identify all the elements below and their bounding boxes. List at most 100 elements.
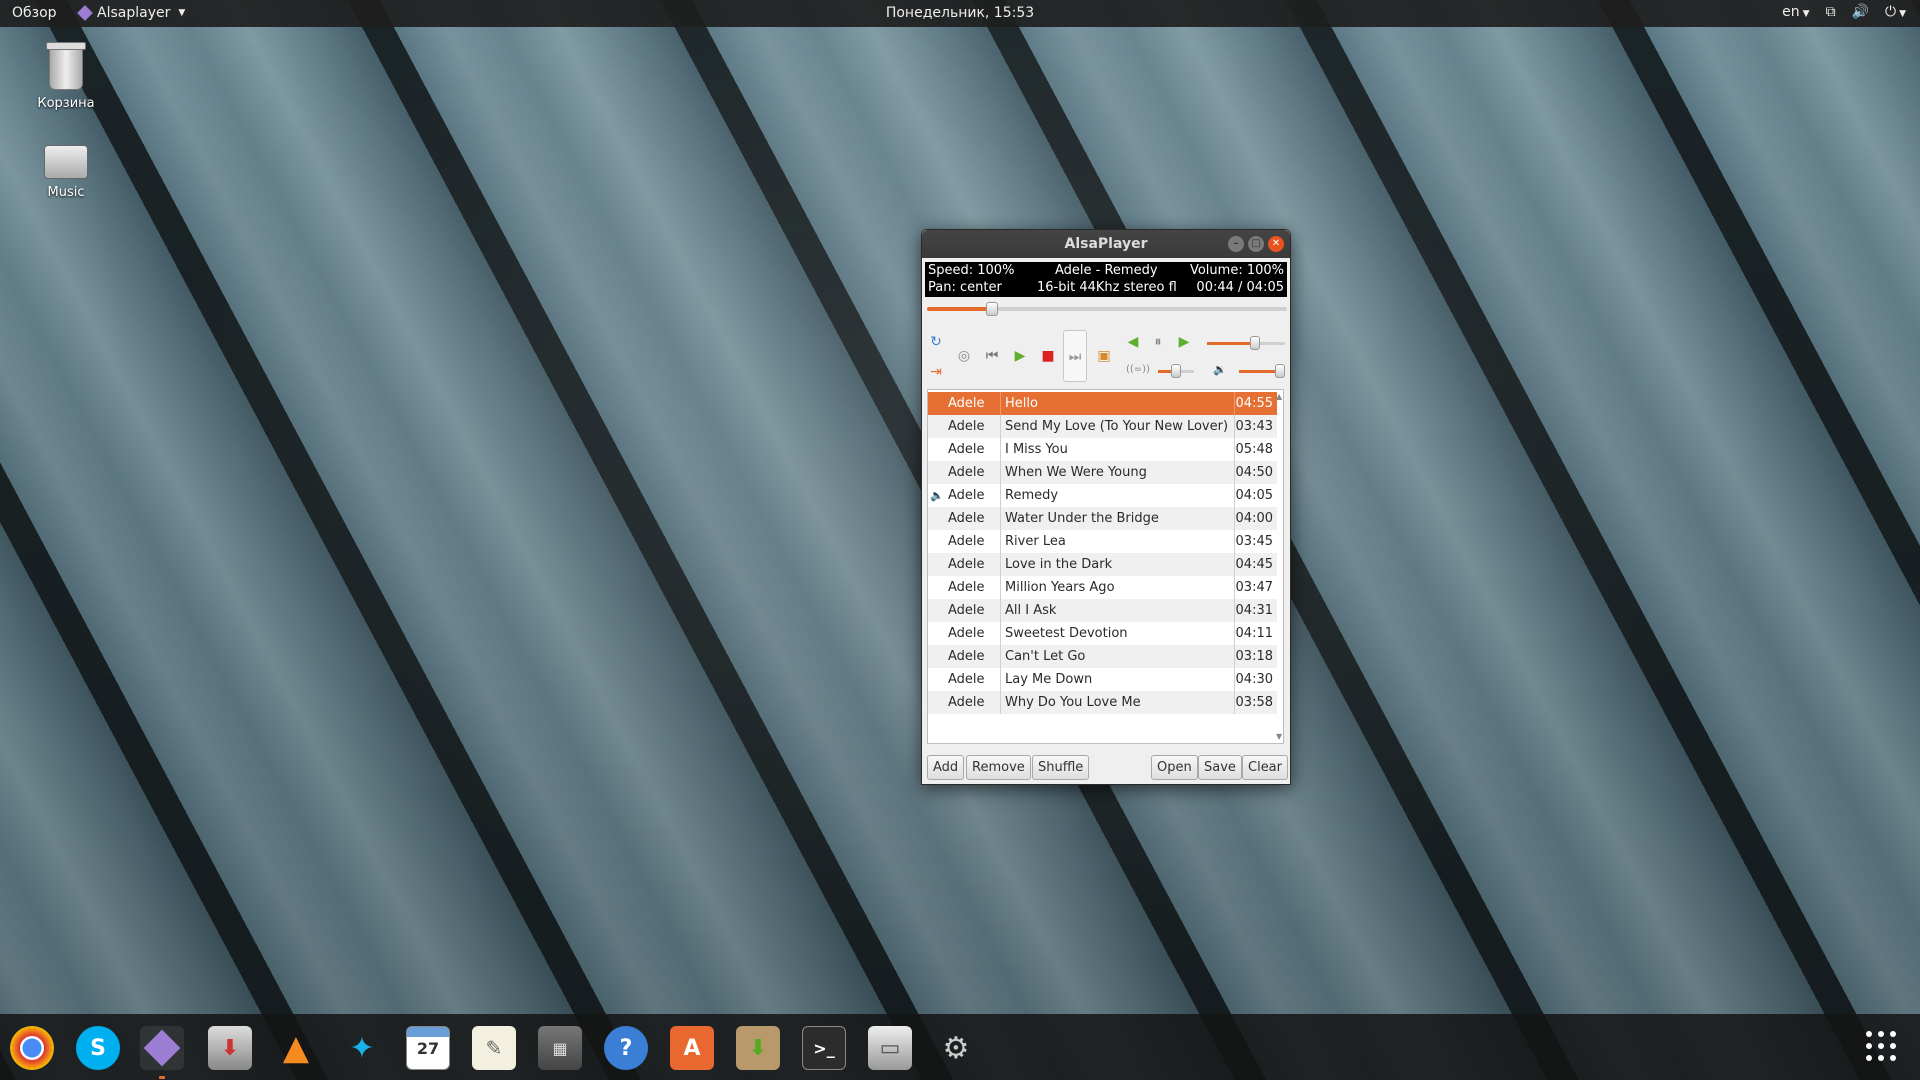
remove-button[interactable]: Remove: [966, 755, 1031, 780]
track-duration: 03:45: [1234, 530, 1276, 553]
next-icon[interactable]: ⏭: [1063, 330, 1087, 382]
loop-icon[interactable]: ↻: [928, 334, 944, 350]
seek-handle[interactable]: [985, 302, 998, 316]
pause-icon[interactable]: ⏸: [1150, 334, 1166, 350]
title-bar[interactable]: AlsaPlayer – □ ✕: [922, 230, 1290, 258]
play-icon[interactable]: ▶: [1012, 348, 1028, 364]
playlist-row[interactable]: Adele Water Under the Bridge 04:00: [928, 507, 1277, 530]
file-manager-icon[interactable]: ▭: [868, 1026, 912, 1070]
seek-fill: [927, 307, 992, 311]
vlc-icon[interactable]: ▲: [274, 1026, 318, 1070]
track-artist: Adele: [948, 603, 985, 618]
track-title: Hello: [1000, 392, 1242, 415]
previous-icon[interactable]: ⏮: [984, 348, 1000, 364]
chevron-down-icon: ▼: [1802, 9, 1810, 19]
volume-icon[interactable]: 🔊: [1852, 4, 1869, 20]
track-title: Sweetest Devotion: [1000, 622, 1242, 645]
text-editor-icon[interactable]: ✎: [472, 1026, 516, 1070]
network-icon[interactable]: ⧉: [1826, 4, 1836, 20]
track-title: Can't Let Go: [1000, 645, 1242, 668]
desktop-icon-music[interactable]: Music: [14, 145, 118, 200]
installer-icon[interactable]: ⬇: [208, 1026, 252, 1070]
playlist-row[interactable]: Adele Can't Let Go 03:18: [928, 645, 1277, 668]
track-duration: 03:58: [1234, 691, 1276, 714]
forward-icon[interactable]: ▶: [1176, 334, 1192, 350]
playlist[interactable]: Adele Hello 04:55 Adele Send My Love (To You…: [927, 389, 1284, 744]
desktop-icon-label: Music: [47, 185, 85, 200]
pan-label: Pan: center: [928, 280, 1002, 295]
close-button[interactable]: ✕: [1268, 236, 1284, 252]
stop-icon[interactable]: ■: [1040, 348, 1056, 364]
power-icon[interactable]: ⏻ ▼: [1885, 4, 1906, 20]
chrome-icon[interactable]: [10, 1026, 54, 1070]
help-icon[interactable]: ?: [604, 1026, 648, 1070]
keyboard-layout[interactable]: en ▼: [1782, 4, 1809, 20]
alsaplayer-icon[interactable]: [140, 1026, 184, 1079]
speed-handle[interactable]: [1250, 336, 1260, 350]
scroll-down-icon[interactable]: ▼: [1276, 732, 1282, 741]
add-button[interactable]: Add: [927, 755, 965, 780]
repeat-one-icon[interactable]: ⇥: [928, 364, 944, 380]
info-display: Speed: 100% Adele - Remedy Volume: 100% …: [925, 262, 1287, 297]
speed-label: Speed: 100%: [928, 263, 1015, 278]
playlist-row[interactable]: Adele Million Years Ago 03:47: [928, 576, 1277, 599]
track-label: Adele - Remedy: [1055, 263, 1158, 278]
volume-fill: [1239, 370, 1279, 373]
track-title: Million Years Ago: [1000, 576, 1242, 599]
settings-icon[interactable]: ⚙: [934, 1026, 978, 1070]
track-artist: Adele: [948, 396, 985, 411]
volume-icon: 🔉: [1213, 363, 1227, 376]
archive-manager-icon[interactable]: ⬇: [736, 1026, 780, 1070]
volume-slider[interactable]: [1239, 364, 1285, 378]
system-tray: en ▼ ⧉ 🔊 ⏻ ▼: [1782, 4, 1906, 20]
show-apps-icon[interactable]: [1866, 1031, 1896, 1061]
calendar-icon[interactable]: 27: [406, 1026, 450, 1070]
open-button[interactable]: Open: [1151, 755, 1198, 780]
playlist-row[interactable]: Adele When We Were Young 04:50: [928, 461, 1277, 484]
window-title: AlsaPlayer: [1064, 236, 1148, 252]
playlist-row[interactable]: Adele Lay Me Down 04:30: [928, 668, 1277, 691]
volume-handle[interactable]: [1275, 364, 1285, 378]
track-title: Water Under the Bridge: [1000, 507, 1242, 530]
software-center-icon[interactable]: A: [670, 1026, 714, 1070]
track-artist: Adele: [948, 534, 985, 549]
clear-button[interactable]: Clear: [1242, 755, 1288, 780]
desktop-icon-trash[interactable]: Корзина: [14, 42, 118, 111]
playlist-row[interactable]: Adele River Lea 03:45: [928, 530, 1277, 553]
track-title: I Miss You: [1000, 438, 1242, 461]
playlist-row[interactable]: 🔈 Adele Remedy 04:05: [928, 484, 1277, 507]
save-button[interactable]: Save: [1198, 755, 1242, 780]
speed-slider[interactable]: [1207, 336, 1285, 350]
calculator-icon[interactable]: ▦: [538, 1026, 582, 1070]
rewind-icon[interactable]: ◀: [1125, 334, 1141, 350]
maximize-button[interactable]: □: [1248, 236, 1264, 252]
pan-slider[interactable]: [1158, 364, 1194, 378]
playlist-row[interactable]: Adele Why Do You Love Me 03:58: [928, 691, 1277, 714]
seek-slider[interactable]: [927, 302, 1287, 316]
track-title: Love in the Dark: [1000, 553, 1242, 576]
volume-label: Volume: 100%: [1189, 263, 1284, 278]
pan-handle[interactable]: [1171, 364, 1181, 378]
track-title: River Lea: [1000, 530, 1242, 553]
playlist-row[interactable]: Adele Love in the Dark 04:45: [928, 553, 1277, 576]
speed-fill: [1207, 342, 1255, 345]
playlist-lock-icon[interactable]: ▣: [1096, 348, 1112, 364]
skype-icon[interactable]: S: [76, 1026, 120, 1070]
shuffle-button[interactable]: Shuffle: [1032, 755, 1090, 780]
format-label: 16-bit 44Khz stereo fl: [1037, 280, 1177, 295]
cd-icon[interactable]: ◎: [956, 348, 972, 364]
playlist-row[interactable]: Adele All I Ask 04:31: [928, 599, 1277, 622]
minimize-button[interactable]: –: [1228, 236, 1244, 252]
scroll-up-icon[interactable]: ▲: [1276, 392, 1282, 401]
track-title: Remedy: [1000, 484, 1242, 507]
playlist-row[interactable]: Adele Hello 04:55: [928, 392, 1277, 415]
playlist-row[interactable]: Adele Sweetest Devotion 04:11: [928, 622, 1277, 645]
playlist-row[interactable]: Adele Send My Love (To Your New Lover) 03:…: [928, 415, 1277, 438]
pan-icon: ((=)): [1126, 364, 1150, 375]
playlist-row[interactable]: Adele I Miss You 05:48: [928, 438, 1277, 461]
scrollbar[interactable]: ▲ ▼: [1276, 392, 1282, 741]
clock[interactable]: Понедельник, 15:53: [0, 5, 1920, 21]
terminal-icon[interactable]: >_: [802, 1026, 846, 1070]
track-duration: 04:00: [1234, 507, 1276, 530]
kodi-icon[interactable]: ✦: [340, 1026, 384, 1070]
